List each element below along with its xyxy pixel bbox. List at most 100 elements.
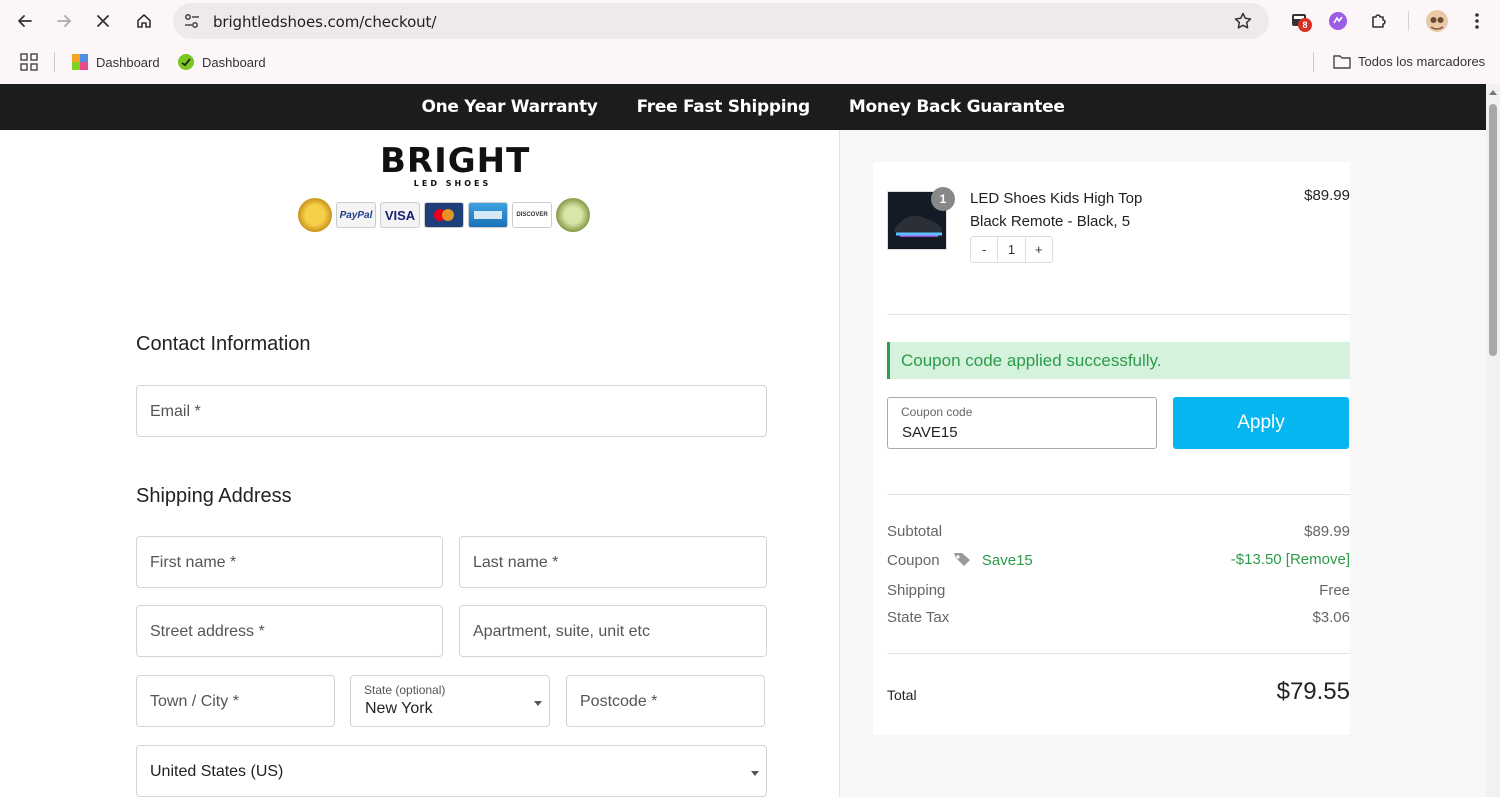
home-icon[interactable] [131, 8, 157, 34]
toolbar-separator [1408, 11, 1409, 31]
divider [887, 314, 1350, 315]
folder-icon [1333, 55, 1351, 69]
tax-label: State Tax [887, 609, 950, 626]
tax-row: State Tax $3.06 [887, 609, 1350, 626]
postcode-field[interactable]: Postcode * [566, 675, 765, 727]
stop-loading-icon[interactable] [90, 8, 116, 34]
promo-bar: One Year Warranty Free Fast Shipping Mon… [0, 84, 1486, 130]
apply-coupon-button[interactable]: Apply [1173, 397, 1349, 449]
site-info-icon[interactable] [183, 12, 201, 35]
apps-grid-icon[interactable] [20, 53, 38, 76]
promo-warranty: One Year Warranty [421, 97, 598, 117]
dashboard-colorful-icon [72, 54, 88, 70]
promo-guarantee: Money Back Guarantee [848, 97, 1065, 117]
profile-avatar[interactable] [1425, 9, 1449, 33]
first-name-field[interactable]: First name * [136, 536, 443, 588]
divider [887, 494, 1350, 495]
shipping-value: Free [1319, 582, 1350, 599]
street-address-field[interactable]: Street address * [136, 605, 443, 657]
url-text: brightledshoes.com/checkout/ [213, 13, 437, 31]
total-label: Total [887, 687, 917, 703]
mastercard-icon [424, 202, 464, 228]
decrease-quantity-button[interactable]: - [971, 237, 997, 262]
last-name-field[interactable]: Last name * [459, 536, 767, 588]
bookmarks-separator [1313, 52, 1314, 72]
tag-icon [952, 551, 972, 571]
brand-logo[interactable]: BRIGHT LED SHOES [380, 141, 531, 188]
increase-quantity-button[interactable]: + [1026, 237, 1052, 262]
postcode-placeholder: Postcode * [580, 693, 658, 710]
bookmark-star-icon[interactable] [1233, 11, 1253, 36]
apartment-placeholder: Apartment, suite, unit etc [473, 623, 650, 640]
state-label: State (optional) [364, 683, 446, 697]
coupon-success-notice: Coupon code applied successfully. [887, 342, 1350, 379]
first-name-placeholder: First name * [150, 554, 237, 571]
menu-kebab-icon[interactable] [1465, 9, 1489, 33]
product-name: LED Shoes Kids High Top Black Remote - B… [970, 190, 1143, 230]
product-price: $89.99 [1304, 187, 1350, 204]
email-field[interactable]: Email * [136, 385, 767, 437]
subtotal-value: $89.99 [1304, 523, 1350, 540]
extension-badge: 8 [1298, 18, 1312, 32]
promo-shipping: Free Fast Shipping [636, 97, 811, 117]
city-field[interactable]: Town / City * [136, 675, 335, 727]
chevron-down-icon [534, 701, 542, 706]
street-placeholder: Street address * [150, 623, 265, 640]
divider [887, 653, 1350, 654]
subtotal-label: Subtotal [887, 523, 943, 540]
email-placeholder: Email * [150, 403, 201, 420]
payment-badges: PayPal VISA DISCOVER [298, 198, 590, 232]
browser-toolbar: brightledshoes.com/checkout/ 8 [0, 0, 1500, 41]
bookmark-label: Dashboard [96, 54, 160, 70]
page-scrollbar[interactable] [1486, 84, 1500, 797]
coupon-row-code: Save15 [981, 552, 1033, 569]
country-value: United States (US) [150, 763, 284, 780]
paypal-card-icon: PayPal [336, 202, 376, 228]
back-icon[interactable] [12, 8, 38, 34]
shipping-row: Shipping Free [887, 582, 1350, 599]
bookmarks-bar: Dashboard Dashboard Todos los marcadores [0, 41, 1500, 84]
satisfaction-seal-icon [556, 198, 590, 232]
discover-card-icon: DISCOVER [512, 202, 552, 228]
column-divider [839, 130, 840, 797]
quantity-stepper: - 1 + [970, 236, 1053, 263]
contact-heading: Contact Information [136, 333, 311, 355]
country-select[interactable]: United States (US) [136, 745, 767, 797]
logo-wordmark: BRIGHT [380, 141, 531, 181]
bookmark-label: Dashboard [202, 54, 266, 70]
shipping-label: Shipping [887, 582, 946, 599]
last-name-placeholder: Last name * [473, 554, 559, 571]
subtotal-row: Subtotal $89.99 [887, 523, 1350, 540]
remove-coupon-link[interactable]: -$13.50 [Remove] [1231, 551, 1350, 568]
state-select[interactable]: State (optional) New York [350, 675, 550, 727]
coupon-row: Coupon Save15 -$13.50 [Remove] [887, 551, 1350, 571]
checkout-page: One Year Warranty Free Fast Shipping Mon… [0, 84, 1500, 797]
bookmark-dashboard-2[interactable]: Dashboard [177, 53, 266, 71]
total-value: $79.55 [1276, 678, 1350, 705]
city-placeholder: Town / City * [150, 693, 239, 710]
order-summary: 1 LED Shoes Kids High Top Black Remote -… [873, 162, 1350, 735]
gold-seal-icon [298, 198, 332, 232]
quantity-badge: 1 [931, 187, 955, 211]
chevron-down-icon [751, 771, 759, 776]
scroll-up-arrow-icon[interactable] [1489, 90, 1497, 95]
all-bookmarks-button[interactable]: Todos los marcadores [1333, 53, 1485, 69]
coupon-code-value: SAVE15 [902, 424, 958, 441]
coupon-code-input[interactable]: Coupon code SAVE15 [887, 397, 1157, 449]
forward-icon[interactable] [51, 8, 77, 34]
bookmarks-separator [54, 52, 55, 72]
amex-card-icon [468, 202, 508, 228]
visa-card-icon: VISA [380, 202, 420, 228]
scrollbar-thumb[interactable] [1489, 104, 1497, 356]
apartment-field[interactable]: Apartment, suite, unit etc [459, 605, 767, 657]
dashboard-green-icon [178, 54, 194, 70]
coupon-code-label: Coupon code [901, 405, 973, 419]
address-bar[interactable]: brightledshoes.com/checkout/ [173, 3, 1269, 39]
extensions-puzzle-icon[interactable] [1367, 9, 1391, 33]
bookmark-dashboard-1[interactable]: Dashboard [71, 53, 160, 71]
tax-value: $3.06 [1312, 609, 1350, 626]
extension-icon-purple[interactable] [1326, 9, 1350, 33]
state-value: New York [365, 700, 433, 717]
extension-icon-notifications[interactable]: 8 [1288, 9, 1312, 33]
quantity-value[interactable]: 1 [997, 237, 1026, 262]
